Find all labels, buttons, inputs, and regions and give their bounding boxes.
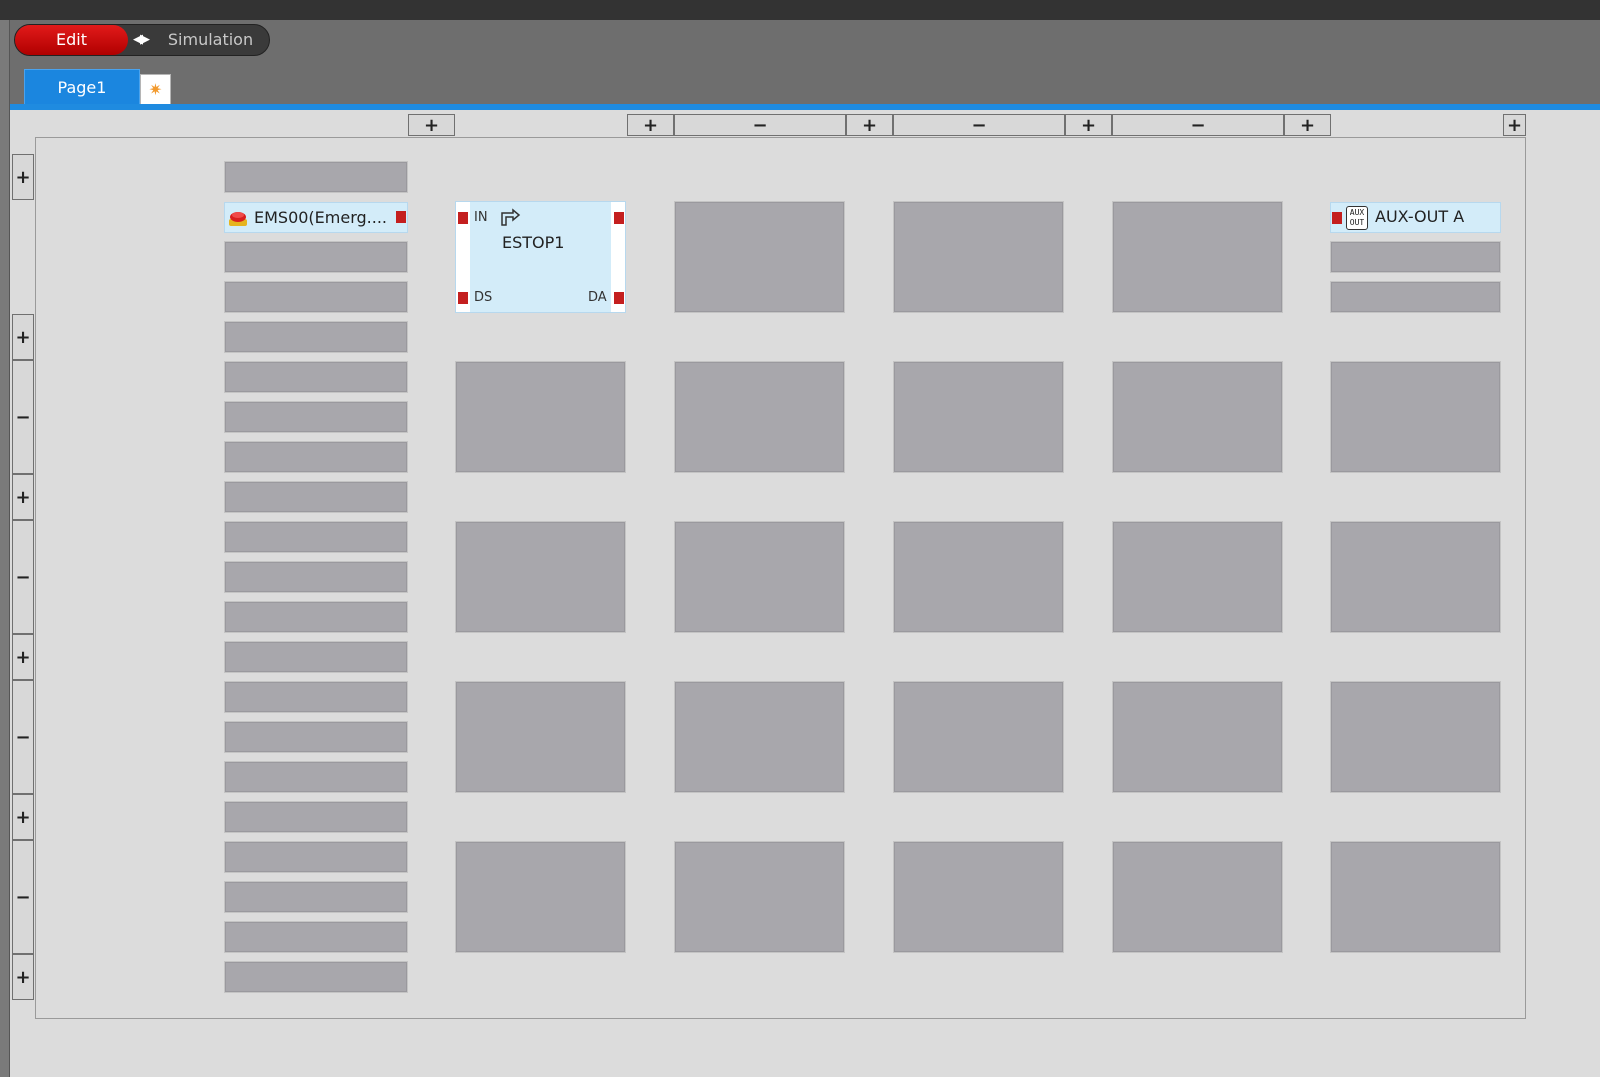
logic-block-title: ESTOP1 — [502, 233, 565, 252]
port-label-da: DA — [588, 290, 607, 305]
input-slot[interactable] — [224, 321, 408, 353]
mode-switch-icon[interactable]: ◀▶ — [128, 25, 152, 55]
remove-column-button[interactable]: − — [1112, 114, 1284, 136]
logic-cell[interactable] — [455, 841, 626, 953]
remove-row-button[interactable]: − — [12, 840, 34, 954]
logic-cell[interactable] — [1112, 361, 1283, 473]
output-terminal[interactable] — [396, 211, 406, 223]
output-terminal[interactable] — [614, 212, 624, 224]
logic-cell[interactable] — [1330, 841, 1501, 953]
input-slot[interactable] — [224, 281, 408, 313]
input-slot[interactable] — [224, 961, 408, 993]
add-column-button[interactable]: + — [408, 114, 455, 136]
input-item-label: EMS00(Emerg.... — [254, 208, 388, 227]
remove-column-button[interactable]: − — [893, 114, 1065, 136]
logic-cell[interactable] — [674, 361, 845, 473]
tab-page1[interactable]: Page1 — [24, 69, 140, 105]
add-row-button[interactable]: + — [12, 474, 34, 520]
input-slot[interactable] — [224, 761, 408, 793]
add-row-button[interactable]: + — [12, 314, 34, 360]
logic-cell[interactable] — [1112, 681, 1283, 793]
logic-cell[interactable] — [893, 841, 1064, 953]
logic-reset-icon — [499, 207, 523, 227]
input-slot[interactable] — [224, 521, 408, 553]
add-row-button[interactable]: + — [12, 154, 34, 200]
input-slot[interactable] — [224, 881, 408, 913]
input-slot[interactable] — [224, 401, 408, 433]
port-label-ds: DS — [474, 290, 493, 305]
add-row-button[interactable]: + — [12, 954, 34, 1000]
logic-cell[interactable] — [674, 201, 845, 313]
input-slot[interactable] — [224, 801, 408, 833]
input-slot[interactable] — [224, 681, 408, 713]
add-column-button[interactable]: + — [1284, 114, 1331, 136]
title-bar — [0, 0, 1600, 20]
logic-cell[interactable] — [1330, 361, 1501, 473]
logic-cell[interactable] — [1330, 521, 1501, 633]
logic-cell[interactable] — [1330, 681, 1501, 793]
add-column-button[interactable]: + — [627, 114, 674, 136]
input-slot[interactable] — [224, 921, 408, 953]
input-slot[interactable] — [224, 361, 408, 393]
port-label-in: IN — [474, 210, 488, 225]
remove-column-button[interactable]: − — [674, 114, 846, 136]
input-slot[interactable] — [224, 441, 408, 473]
new-page-icon[interactable]: ✷ — [140, 74, 171, 105]
logic-cell[interactable] — [455, 681, 626, 793]
logic-cell[interactable] — [674, 681, 845, 793]
input-slot[interactable] — [224, 721, 408, 753]
logic-cell[interactable] — [1112, 521, 1283, 633]
add-column-button[interactable]: + — [846, 114, 893, 136]
logic-cell[interactable] — [1112, 841, 1283, 953]
left-splitter[interactable] — [0, 20, 10, 1077]
input-slot[interactable] — [224, 841, 408, 873]
input-terminal-in[interactable] — [458, 212, 468, 224]
input-slot[interactable] — [224, 481, 408, 513]
emergency-stop-icon — [228, 207, 248, 227]
output-terminal-da[interactable] — [614, 292, 624, 304]
logic-cell[interactable] — [893, 681, 1064, 793]
logic-cell[interactable] — [455, 521, 626, 633]
logic-cell[interactable] — [893, 361, 1064, 473]
logic-cell[interactable] — [893, 521, 1064, 633]
add-column-button[interactable]: + — [1503, 114, 1526, 136]
input-terminal[interactable] — [1332, 212, 1342, 224]
logic-cell[interactable] — [674, 841, 845, 953]
input-slot[interactable] — [224, 601, 408, 633]
edit-mode-button[interactable]: Edit — [15, 25, 128, 55]
input-slot[interactable] — [224, 161, 408, 193]
logic-cell[interactable] — [893, 201, 1064, 313]
add-row-button[interactable]: + — [12, 794, 34, 840]
aux-out-icon: AUX OUT — [1346, 206, 1368, 230]
logic-block-estop1[interactable]: IN DS DA ESTOP1 — [455, 201, 626, 313]
add-row-button[interactable]: + — [12, 634, 34, 680]
output-slot[interactable] — [1330, 241, 1501, 273]
input-slot[interactable] — [224, 241, 408, 273]
remove-row-button[interactable]: − — [12, 360, 34, 474]
output-item-aux-out-a[interactable]: AUX OUT AUX-OUT A — [1330, 202, 1501, 233]
output-slot[interactable] — [1330, 281, 1501, 313]
add-column-button[interactable]: + — [1065, 114, 1112, 136]
simulation-mode-button[interactable]: Simulation — [152, 25, 269, 55]
logic-cell[interactable] — [1112, 201, 1283, 313]
remove-row-button[interactable]: − — [12, 520, 34, 634]
tab-strip-underline — [10, 104, 1600, 110]
input-slot[interactable] — [224, 641, 408, 673]
output-item-label: AUX-OUT A — [1375, 207, 1465, 226]
logic-cell[interactable] — [674, 521, 845, 633]
input-terminal-ds[interactable] — [458, 292, 468, 304]
remove-row-button[interactable]: − — [12, 680, 34, 794]
logic-cell[interactable] — [455, 361, 626, 473]
input-slot[interactable] — [224, 561, 408, 593]
